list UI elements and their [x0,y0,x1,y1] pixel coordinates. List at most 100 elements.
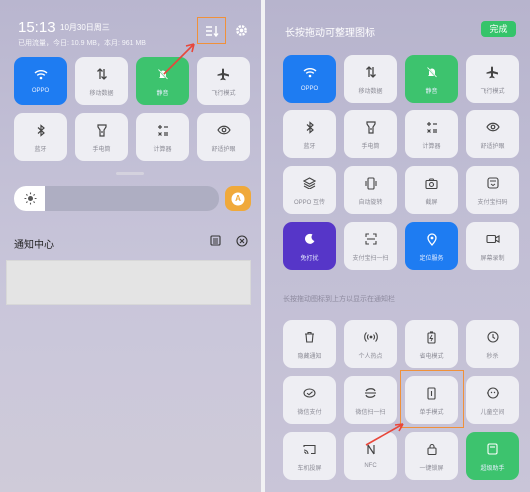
gear-icon [235,24,248,37]
flashlight-icon [95,123,109,137]
sun-icon [24,192,37,205]
tile-bluetooth[interactable]: 蓝牙 [283,110,336,158]
tile-label: 超级助手 [480,466,505,472]
tile-silent[interactable]: 静音 [405,55,458,103]
settings-button[interactable] [234,23,248,37]
tile-wifi[interactable]: OPPO [283,55,336,103]
kid-face-icon [486,386,500,400]
tile-power-saving[interactable]: 省电模式 [405,320,458,368]
extra-tiles-instructions: 长按拖动图标到上方以显示在通知栏 [283,296,395,303]
tile-location[interactable]: 定位服务 [405,222,458,270]
tile-screen-record[interactable]: 屏幕录制 [466,222,519,270]
edit-tiles-button[interactable] [197,17,226,44]
sort-edit-icon [205,25,219,37]
tile-label: 免打扰 [300,256,319,262]
annotation-arrow [163,43,195,75]
lock-icon [425,442,439,456]
battery-icon [425,330,439,344]
tile-label: 省电模式 [419,354,444,360]
tile-label: 儿童空间 [480,410,505,416]
tile-label: 移动数据 [89,91,114,97]
tile-do-not-disturb[interactable]: 免打扰 [283,222,336,270]
tile-wechat-scan[interactable]: 微信扫一扫 [344,376,397,424]
tile-label: 隐藏通知 [297,354,322,360]
tile-mobile-data[interactable]: 移动数据 [75,57,128,105]
auto-brightness-button[interactable]: A [225,186,251,211]
tile-label: 手电筒 [361,144,380,150]
hotspot-icon [363,330,378,344]
tile-label: 秒杀 [486,354,499,360]
calculator-icon [156,123,170,137]
wifi-icon [303,65,317,79]
calculator-icon [425,120,439,134]
tile-wechat-pay[interactable]: 微信支付 [283,376,336,424]
tile-label: 微信支付 [297,410,322,416]
done-button[interactable]: 完成 [481,21,516,37]
tile-label: 个人热点 [358,354,383,360]
drag-handle[interactable] [116,172,144,175]
cast-icon [303,442,317,456]
clear-all-icon[interactable] [236,235,248,247]
tile-timer[interactable]: 秒杀 [466,320,519,368]
tile-label: 静音 [425,89,438,95]
tile-label: 飞行模式 [211,91,236,97]
tile-label: 屏幕录制 [480,256,505,262]
edit-instructions-title: 长按拖动可整理图标 [285,28,375,39]
tile-hide-notifications[interactable]: 隐藏通知 [283,320,336,368]
tile-label: OPPO [300,86,319,92]
tile-auto-rotate[interactable]: 自动旋转 [344,166,397,214]
bluetooth-icon [34,123,48,137]
tile-label: 舒适护眼 [480,144,505,150]
tile-bluetooth[interactable]: 蓝牙 [14,113,67,161]
tile-label: 蓝牙 [34,147,47,153]
bluetooth-icon [303,120,317,134]
tile-flashlight[interactable]: 手电筒 [344,110,397,158]
auto-brightness-label: A [235,194,241,203]
tile-label: 支付宝扫码 [477,200,508,206]
tile-label: 手电筒 [92,147,111,153]
share-layers-icon [303,176,317,190]
tile-label: 截屏 [425,200,438,206]
tile-super-assistant[interactable]: 超级助手 [466,432,519,480]
tile-wifi[interactable]: OPPO [14,57,67,105]
tile-calculator[interactable]: 计算器 [405,110,458,158]
tile-alipay-scan[interactable]: 支付宝扫一扫 [344,222,397,270]
tile-label: 计算器 [153,147,172,153]
tile-oppo-share[interactable]: OPPO 互传 [283,166,336,214]
tile-airplane[interactable]: 飞行模式 [466,55,519,103]
tile-label: 支付宝扫一扫 [352,256,389,262]
eye-icon [485,120,500,134]
video-icon [485,232,500,246]
moon-icon [303,232,317,246]
edit-tiles-panel: 长按拖动可整理图标 完成 OPPO 移动数据 静音 飞行模式 蓝牙 手电筒 计算… [265,0,530,492]
trash-icon [303,330,317,344]
tile-label: 微信扫一扫 [355,410,386,416]
tile-label: NFC [364,463,377,469]
tile-car-cast[interactable]: 车机投屏 [283,432,336,480]
tile-label: 自动旋转 [358,200,383,206]
tile-label: 车机投屏 [297,466,322,472]
tile-alipay-scan-pay[interactable]: 支付宝扫码 [466,166,519,214]
tile-hotspot[interactable]: 个人热点 [344,320,397,368]
tile-eye-comfort[interactable]: 舒适护眼 [197,113,250,161]
tile-eye-comfort[interactable]: 舒适护眼 [466,110,519,158]
tile-label: OPPO 互传 [293,200,325,206]
notification-card[interactable] [6,260,251,305]
tile-screenshot[interactable]: 截屏 [405,166,458,214]
clock-icon [486,330,500,344]
control-center-panel: 15:13 10月30日周三 已用流量，今日: 10.9 MB，本月: 961 … [0,0,261,492]
tile-airplane[interactable]: 飞行模式 [197,57,250,105]
tile-kids-space[interactable]: 儿童空间 [466,376,519,424]
data-arrows-icon [95,67,109,81]
tile-one-key-lock[interactable]: 一键锁屏 [405,432,458,480]
notification-center-title: 通知中心 [14,240,54,251]
wifi-icon [34,67,48,81]
tile-calculator[interactable]: 计算器 [136,113,189,161]
scan-pay-icon [486,176,500,190]
notification-manage-icon[interactable] [210,235,221,246]
camera-icon [425,176,439,190]
wechat-scan-icon [364,386,378,400]
flashlight-icon [364,120,378,134]
tile-mobile-data[interactable]: 移动数据 [344,55,397,103]
tile-flashlight[interactable]: 手电筒 [75,113,128,161]
